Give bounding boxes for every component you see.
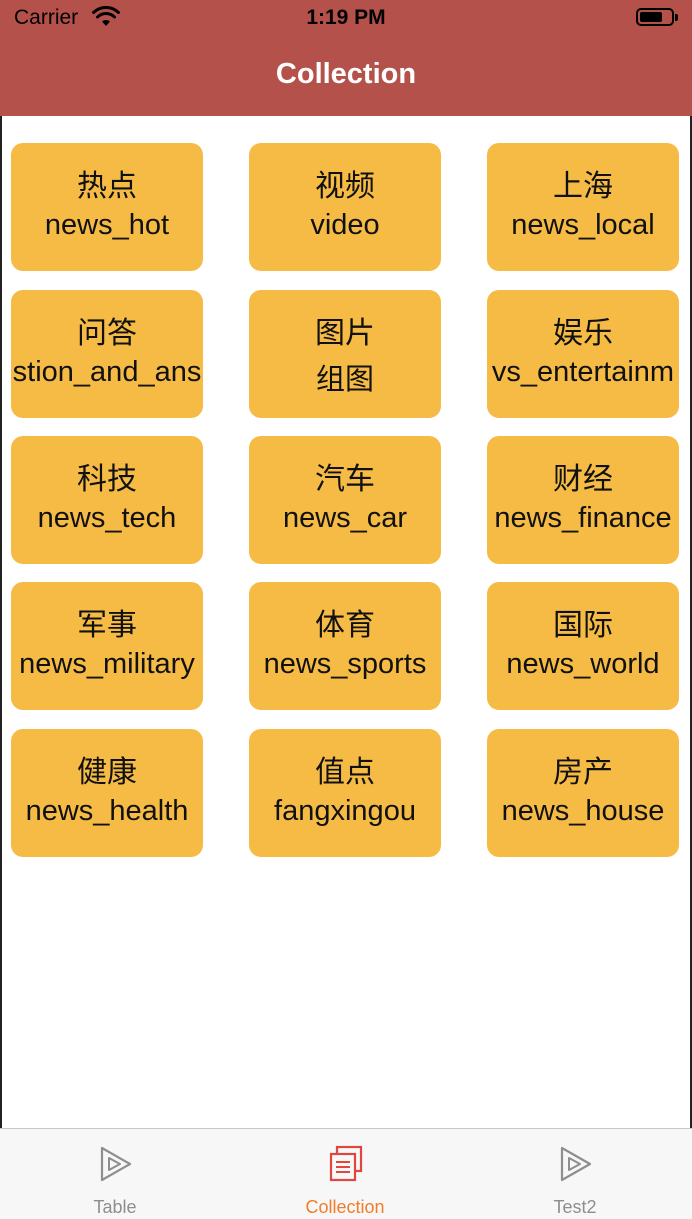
cell-chinese-label: 问答 [77, 316, 137, 351]
cell-category-label: news_tech [37, 502, 177, 534]
cell-chinese-label: 体育 [315, 608, 375, 643]
stacked-documents-icon [329, 1145, 363, 1182]
cell-category-label: fangxingou [274, 795, 416, 827]
collection-cell[interactable]: 房产 news_house [487, 729, 679, 857]
collection-cell[interactable]: 军事 news_military [11, 582, 203, 710]
collection-cell[interactable]: 科技 news_tech [11, 436, 203, 564]
cell-chinese-label: 科技 [77, 462, 137, 497]
status-bar: Carrier 1:19 PM [0, 0, 692, 36]
tab-label: Collection [305, 1197, 385, 1217]
cell-chinese-label: 财经 [553, 462, 613, 497]
tab-collection[interactable]: Collection [230, 1129, 460, 1219]
cell-category-label: news_car [282, 502, 408, 534]
cell-chinese-label: 视频 [315, 169, 375, 204]
cell-chinese-label: 热点 [77, 169, 137, 204]
cell-category-label: news_hot [44, 209, 170, 241]
battery-icon [636, 8, 678, 26]
navigation-bar: Carrier 1:19 PM Collection [0, 0, 692, 116]
cell-category-label: news_health [25, 795, 189, 827]
cell-category-label: news_finance [494, 502, 672, 534]
status-time: 1:19 PM [306, 6, 386, 29]
tab-label: Table [93, 1197, 137, 1217]
collection-cell[interactable]: 图片 组图 [249, 290, 441, 418]
cell-category-label: 组图 [315, 364, 375, 396]
page-title: Collection [275, 58, 417, 90]
collection-cell[interactable]: 汽车 news_car [249, 436, 441, 564]
cell-chinese-label: 国际 [553, 608, 613, 643]
collection-cell[interactable]: 视频 video [249, 143, 441, 271]
cell-category-label: news_sports [263, 648, 427, 680]
play-triangle-icon [560, 1146, 592, 1182]
cell-chinese-label: 军事 [77, 608, 137, 643]
cell-category-label: news_military [19, 648, 195, 680]
cell-chinese-label: 上海 [553, 169, 613, 204]
cell-category-label: stion_and_ans [12, 356, 202, 388]
collection-cell[interactable]: 值点 fangxingou [249, 729, 441, 857]
collection-cell[interactable]: 热点 news_hot [11, 143, 203, 271]
cell-category-label: video [310, 209, 380, 241]
cell-chinese-label: 房产 [553, 755, 613, 790]
cell-chinese-label: 娱乐 [553, 316, 613, 351]
cell-chinese-label: 汽车 [315, 462, 375, 497]
cell-chinese-label: 图片 [315, 316, 375, 351]
tab-label: Test2 [553, 1197, 597, 1217]
tab-bar: Table Collection Test2 [0, 1128, 692, 1219]
play-triangle-icon [100, 1146, 132, 1182]
cell-chinese-label: 值点 [315, 755, 375, 790]
collection-cell[interactable]: 娱乐 vs_entertainm [487, 290, 679, 418]
cell-category-label: vs_entertainm [491, 356, 675, 388]
collection-cell[interactable]: 体育 news_sports [249, 582, 441, 710]
cell-category-label: news_house [501, 795, 665, 827]
collection-cell[interactable]: 国际 news_world [487, 582, 679, 710]
collection-cell[interactable]: 健康 news_health [11, 729, 203, 857]
collection-cell[interactable]: 财经 news_finance [487, 436, 679, 564]
tab-table[interactable]: Table [0, 1129, 230, 1219]
cell-chinese-label: 健康 [77, 755, 137, 790]
cell-category-label: news_world [506, 648, 660, 680]
cell-category-label: news_local [511, 209, 655, 241]
collection-cell[interactable]: 问答 stion_and_ans [11, 290, 203, 418]
collection-cell[interactable]: 上海 news_local [487, 143, 679, 271]
tab-test2[interactable]: Test2 [460, 1129, 690, 1219]
